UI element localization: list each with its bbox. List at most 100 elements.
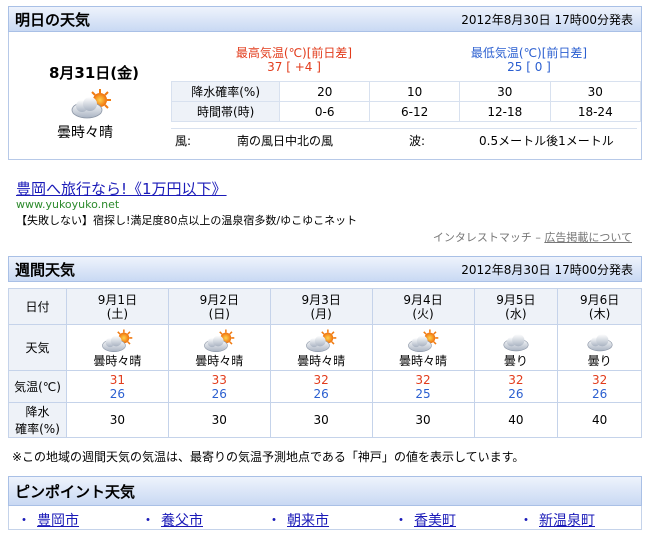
weather-cell: 曇時々晴 <box>167 324 271 371</box>
tomorrow-weather-text: 曇時々晴 <box>57 125 113 141</box>
ad-provider: インタレストマッチ – <box>432 231 541 244</box>
temp-cell: 32 26 <box>269 370 373 403</box>
high-temp: 32 <box>508 372 524 387</box>
cloud-sun-icon <box>202 328 236 354</box>
pinpoint-link[interactable]: ・豊岡市 <box>17 510 79 530</box>
pinpoint-link[interactable]: ・新温泉町 <box>519 510 595 530</box>
day-date-cell: 9月5日 (水) <box>473 288 559 325</box>
wind-value: 南の風日中北の風 <box>237 134 334 148</box>
row-label-rain-line2: 確率(%) <box>15 422 60 436</box>
cloud-icon <box>583 328 617 354</box>
tomorrow-date: 8月31日(金) <box>49 64 140 82</box>
weekly-section-title: 週間天気 <box>15 260 76 279</box>
wave-label: 波: <box>409 134 426 148</box>
weekly-temp-row: 気温(℃) 31 26 33 26 32 26 32 25 32 26 32 26 <box>8 370 642 403</box>
cloud-sun-icon <box>100 328 134 354</box>
day-date: 9月1日 <box>97 292 138 307</box>
max-temp-label: 最高気温(℃)[前日差] <box>235 46 353 60</box>
day-date-cell: 9月4日 (火) <box>371 288 475 325</box>
divider <box>171 128 637 129</box>
ad-footer: インタレストマッチ – 広告掲載について <box>433 229 632 245</box>
ad-url[interactable]: www.yukoyuko.net <box>16 198 119 211</box>
rain-prob-cell: 40 <box>473 402 559 438</box>
temp-cell: 32 26 <box>557 370 642 403</box>
pinpoint-link-label[interactable]: 香美町 <box>414 513 456 529</box>
cloud-sun-icon <box>304 328 338 354</box>
weekly-date-row: 日付 9月1日 (土) 9月2日 (日) 9月3日 (月) 9月4日 (火) 9月5日(… <box>8 288 642 325</box>
tomorrow-header: 明日の天気 2012年8月30日 17時00分発表 <box>8 6 642 32</box>
weekly-weather-row: 天気 曇時々晴 曇時々晴 曇時々晴 曇時々晴 曇り 曇り <box>8 324 642 371</box>
pinpoint-link-label[interactable]: 新温泉町 <box>539 513 595 529</box>
day-of-week: (土) <box>106 306 129 321</box>
row-label-rain-line1: 降水 <box>25 405 50 419</box>
cloud-sun-icon <box>69 86 113 122</box>
rain-value: 20 <box>279 81 371 102</box>
temp-cell: 33 26 <box>167 370 271 403</box>
weather-text: 曇り <box>503 353 528 368</box>
rain-value: 30 <box>549 81 642 102</box>
weather-cell: 曇り <box>473 324 559 371</box>
weekly-rain-row: 降水 確率(%) 30 30 30 30 40 40 <box>8 402 642 438</box>
pinpoint-link[interactable]: ・朝来市 <box>267 510 329 530</box>
day-date: 9月3日 <box>301 292 341 307</box>
day-of-week: (水) <box>505 306 527 321</box>
pinpoint-link-label[interactable]: 朝来市 <box>287 513 329 529</box>
low-temp: 26 <box>591 386 608 401</box>
low-temp: 26 <box>109 386 126 401</box>
rain-value: 10 <box>369 81 461 102</box>
row-label-temp: 気温(℃) <box>8 370 67 403</box>
low-temp: 26 <box>211 386 227 401</box>
weather-text: 曇時々晴 <box>297 353 346 368</box>
row-label-rain: 降水確率(%) <box>8 402 67 438</box>
min-temp-value: 25 [ 0 ] <box>507 60 551 74</box>
weather-cell: 曇時々晴 <box>371 324 475 371</box>
ad-about-link[interactable]: 広告掲載について <box>544 231 632 244</box>
weekly-header: 週間天気 2012年8月30日 17時00分発表 <box>8 256 642 282</box>
period-value: 6-12 <box>369 101 461 122</box>
day-of-week: (日) <box>208 306 230 321</box>
high-temp: 32 <box>415 372 431 387</box>
weather-cell: 曇時々晴 <box>66 324 169 371</box>
high-temp: 31 <box>109 372 126 387</box>
high-temp: 32 <box>591 372 608 387</box>
rain-prob-cell: 40 <box>557 402 642 438</box>
ad-title-link[interactable]: 豊岡へ旅行なら!《1万円以下》 <box>16 178 227 199</box>
cloud-icon <box>499 328 533 354</box>
day-date-cell: 9月2日 (日) <box>167 288 271 325</box>
pinpoint-link-label[interactable]: 豊岡市 <box>37 513 79 529</box>
weather-text: 曇時々晴 <box>195 353 244 368</box>
weekly-note: ※この地域の週間天気の気温は、最寄りの気温予測地点である「神戸」の値を表示してい… <box>12 450 525 464</box>
high-temp: 32 <box>313 372 329 387</box>
pinpoint-link[interactable]: ・養父市 <box>141 510 203 530</box>
rain-prob-cell: 30 <box>269 402 373 438</box>
day-date-cell: 9月1日 (土) <box>66 288 169 325</box>
day-date-cell: 9月6日 (木) <box>557 288 642 325</box>
day-of-week: (火) <box>412 306 434 321</box>
max-temp-value: 37 [ +4 ] <box>267 60 321 74</box>
tomorrow-issued-time: 2012年8月30日 17時00分発表 <box>461 12 633 27</box>
low-temp: 26 <box>313 386 329 401</box>
pinpoint-link-label[interactable]: 養父市 <box>161 513 203 529</box>
cloud-sun-icon <box>406 328 440 354</box>
weather-cell: 曇り <box>557 324 642 371</box>
rain-value: 30 <box>459 81 551 102</box>
min-temp-label: 最低気温(℃)[前日差] <box>470 46 588 60</box>
day-date-cell: 9月3日 (月) <box>269 288 373 325</box>
row-label-date: 日付 <box>8 288 67 325</box>
weather-text: 曇り <box>587 353 612 368</box>
period-value: 18-24 <box>549 101 642 122</box>
period-value: 12-18 <box>459 101 551 122</box>
wave-value: 0.5メートル後1メートル <box>479 134 614 148</box>
pinpoint-links: ・豊岡市 ・養父市 ・朝来市 ・香美町 ・新温泉町 <box>8 506 642 530</box>
tomorrow-forecast-panel: 8月31日(金) 曇時々晴 最高気温(℃)[前日差] 37 [ +4 ] 最低気… <box>8 32 642 160</box>
low-temp: 25 <box>415 386 431 401</box>
pinpoint-link[interactable]: ・香美町 <box>394 510 456 530</box>
rain-label: 降水確率(%) <box>170 81 281 102</box>
rain-prob-cell: 30 <box>66 402 169 438</box>
weekly-forecast-table: 日付 9月1日 (土) 9月2日 (日) 9月3日 (月) 9月4日 (火) 9月5日(… <box>8 288 642 438</box>
period-value: 0-6 <box>279 101 371 122</box>
temp-cell: 32 25 <box>371 370 475 403</box>
day-date: 9月6日 <box>579 292 620 307</box>
rain-prob-cell: 30 <box>371 402 475 438</box>
day-date: 9月4日 <box>403 292 443 307</box>
